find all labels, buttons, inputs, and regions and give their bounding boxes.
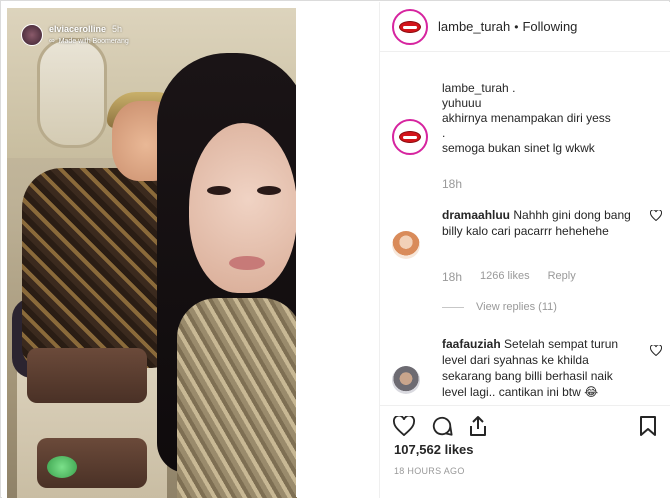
caption-text: lambe_turah . yuhuuu akhirnya menampakan… (442, 81, 662, 156)
comment-body: faafauziah Setelah sempat turun level da… (442, 336, 637, 400)
caption-time[interactable]: 18h (442, 177, 462, 191)
lips-logo (399, 20, 421, 33)
post-actions: 107,562 likes 18 HOURS AGO (380, 405, 670, 498)
view-replies[interactable]: View replies (11) (442, 301, 557, 313)
story-avatar (21, 24, 43, 46)
bookmark-icon[interactable] (636, 414, 660, 438)
cup (47, 456, 77, 478)
story-time: 5h (112, 24, 123, 34)
heart-icon[interactable] (650, 210, 662, 221)
post-time[interactable]: 18 HOURS AGO (394, 466, 465, 476)
caption-username[interactable]: lambe_turah . (442, 81, 662, 96)
story-user-line: elviacerolline 5h (49, 24, 129, 34)
comment-meta: 18h 1266 likes Reply (442, 270, 576, 284)
replies-divider (442, 306, 464, 308)
comment-icon[interactable] (430, 414, 454, 438)
caption-line: akhirnya menampakan diri yess (442, 111, 611, 125)
share-icon[interactable] (466, 414, 490, 438)
post-header: lambe_turah • Following (380, 2, 670, 52)
comment-username[interactable]: faafauziah (442, 337, 501, 351)
action-icons (392, 412, 662, 442)
comments-list[interactable]: lambe_turah . yuhuuu akhirnya menampakan… (380, 53, 670, 405)
post-side-panel: lambe_turah • Following lambe_turah . yu… (379, 2, 670, 498)
avatar[interactable] (392, 366, 420, 394)
caption-line: yuhuuu (442, 96, 482, 110)
story-username: elviacerolline (49, 24, 107, 34)
story-boomerang-line: ∞ Made with Boomerang (49, 37, 129, 45)
story-header: elviacerolline 5h ∞ Made with Boomerang (21, 24, 129, 54)
caption-line: semoga bukan sinet lg wkwk (442, 141, 595, 155)
seat-armrest (27, 348, 147, 403)
boomerang-label: Made with Boomerang (58, 37, 129, 45)
story-photo: elviacerolline 5h ∞ Made with Boomerang (7, 8, 297, 498)
avatar[interactable] (392, 231, 420, 259)
media-gutter (296, 7, 378, 497)
story-meta: elviacerolline 5h ∞ Made with Boomerang (49, 24, 129, 45)
lips-avatar-icon[interactable] (392, 8, 428, 45)
woman-eye-right (257, 186, 281, 195)
woman-dress (177, 298, 297, 498)
woman-eye-left (207, 186, 231, 195)
likes-count[interactable]: 107,562 likes (394, 442, 474, 457)
header-username[interactable]: lambe_turah (438, 19, 510, 34)
woman-lips (229, 256, 265, 270)
infinity-icon: ∞ (49, 36, 55, 45)
reply-button[interactable]: Reply (548, 270, 576, 284)
comment-likes[interactable]: 1266 likes (480, 270, 530, 284)
view-replies-label[interactable]: View replies (11) (476, 301, 557, 313)
follow-button[interactable]: Following (522, 19, 577, 34)
man-body (22, 168, 172, 368)
post-dialog: elviacerolline 5h ∞ Made with Boomerang … (0, 0, 670, 498)
comment-body: dramaahluu Nahhh gini dong bang billy ka… (442, 207, 637, 239)
comment-time[interactable]: 18h (442, 270, 462, 284)
cabin-window (37, 38, 107, 148)
caption-line: . (442, 126, 446, 140)
comment-username[interactable]: dramaahluu (442, 208, 510, 222)
heart-icon[interactable] (650, 345, 662, 356)
lips-avatar-icon[interactable] (392, 119, 428, 155)
header-separator: • (514, 19, 519, 34)
lips-logo (399, 131, 421, 143)
heart-icon[interactable] (392, 414, 416, 438)
